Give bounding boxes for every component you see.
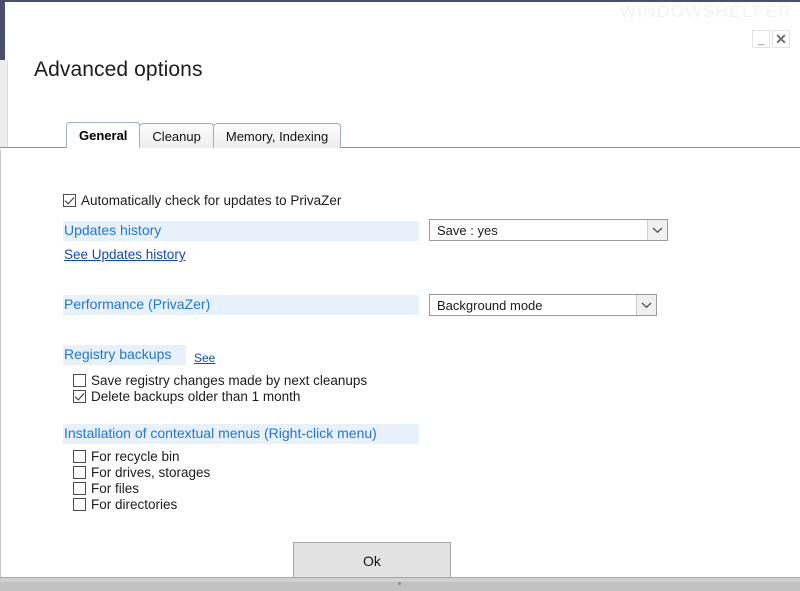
bottom-status-bar [0, 577, 800, 591]
tab-memory-indexing-label: Memory, Indexing [225, 128, 329, 144]
updates-history-heading: Updates history [64, 222, 161, 238]
registry-save-changes-row[interactable]: Save registry changes made by next clean… [73, 373, 367, 388]
see-updates-history-link-wrap[interactable]: See Updates history [64, 247, 186, 262]
watermark-text: WINDOWSHELPER [619, 2, 792, 21]
tab-strip: General Cleanup Memory, Indexing [0, 122, 800, 148]
ctx-recycle-bin-label: For recycle bin [91, 449, 180, 464]
see-updates-history-link[interactable]: See Updates history [64, 247, 186, 262]
ctx-drives-storages-row[interactable]: For drives, storages [73, 465, 210, 480]
updates-history-dropdown[interactable]: Save : yes [429, 219, 668, 241]
registry-backups-see-link[interactable]: See [194, 351, 215, 365]
registry-backups-heading-text: Registry backups [64, 346, 172, 362]
tab-cleanup[interactable]: Cleanup [139, 123, 214, 148]
close-button[interactable]: ✕ [772, 30, 790, 48]
ctx-drives-storages-label: For drives, storages [91, 465, 211, 480]
contextual-menus-heading-text: Installation of contextual menus (Right-… [64, 425, 377, 441]
tab-cleanup-label: Cleanup [152, 128, 201, 144]
updates-history-heading-text: Updates history [64, 222, 162, 238]
auto-update-row[interactable]: Automatically check for updates to Priva… [63, 193, 341, 208]
performance-heading-text: Performance (PrivaZer) [64, 296, 211, 312]
registry-save-changes-checkbox[interactable] [73, 374, 86, 387]
minimize-button[interactable]: _ [752, 30, 770, 48]
tab-general[interactable]: General [66, 122, 141, 148]
ctx-directories-row[interactable]: For directories [73, 497, 177, 512]
ctx-files-row[interactable]: For files [73, 481, 139, 496]
registry-save-changes-label: Save registry changes made by next clean… [91, 373, 368, 388]
ctx-files-label: For files [91, 481, 140, 496]
general-tab-panel: Automatically check for updates to Priva… [1, 148, 799, 580]
performance-dropdown-value: Background mode [437, 297, 543, 313]
ctx-drives-storages-checkbox[interactable] [73, 466, 86, 479]
ctx-directories-label: For directories [91, 497, 178, 512]
chevron-down-icon [636, 295, 656, 315]
window-controls: _ ✕ [752, 30, 790, 48]
ok-button-label: Ok [363, 553, 381, 569]
window-left-accent-border [0, 0, 5, 60]
tab-memory-indexing[interactable]: Memory, Indexing [212, 123, 342, 148]
chevron-down-icon [647, 220, 667, 240]
performance-dropdown[interactable]: Background mode [429, 294, 657, 316]
registry-delete-old-checkbox[interactable] [73, 390, 86, 403]
ctx-recycle-bin-checkbox[interactable] [73, 450, 86, 463]
ctx-directories-checkbox[interactable] [73, 498, 86, 511]
auto-update-checkbox[interactable] [63, 194, 76, 207]
updates-history-dropdown-value: Save : yes [437, 222, 498, 238]
ctx-recycle-bin-row[interactable]: For recycle bin [73, 449, 180, 464]
ok-button[interactable]: Ok [293, 542, 451, 580]
page-title: Advanced options [34, 58, 203, 81]
ctx-files-checkbox[interactable] [73, 482, 86, 495]
registry-backups-see-link-wrap[interactable]: See [194, 350, 215, 365]
auto-update-label: Automatically check for updates to Priva… [81, 193, 342, 208]
performance-heading: Performance (PrivaZer) [64, 296, 210, 312]
registry-delete-old-label: Delete backups older than 1 month [91, 389, 301, 404]
contextual-menus-heading: Installation of contextual menus (Right-… [64, 425, 377, 441]
tab-general-label: General [79, 127, 128, 143]
registry-backups-heading: Registry backups [64, 346, 171, 362]
bottom-status-bar-marker [398, 582, 401, 585]
advanced-options-window: WINDOWSHELPER _ ✕ Advanced options Gener… [0, 0, 800, 591]
registry-delete-old-row[interactable]: Delete backups older than 1 month [73, 389, 300, 404]
